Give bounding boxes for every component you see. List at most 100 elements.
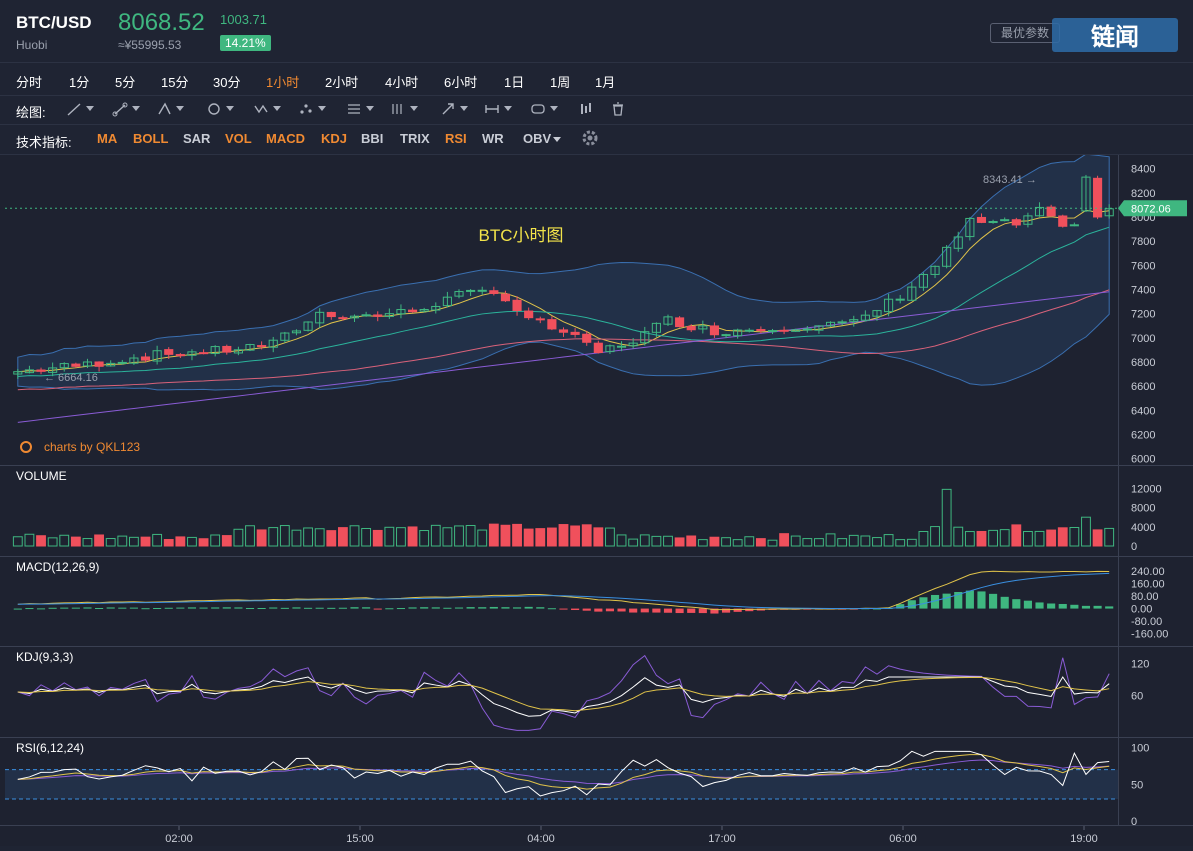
interval-tab[interactable]: 1小时: [266, 72, 299, 91]
interval-tab[interactable]: 15分: [161, 72, 188, 91]
macd-histogram-bar: [571, 608, 580, 611]
triangle-icon: [158, 102, 171, 115]
trendline-tool[interactable]: [66, 100, 94, 118]
arrow-icon: [442, 103, 454, 115]
price-axis-tick: 8200: [1131, 188, 1155, 200]
macd-histogram-bar: [1047, 603, 1056, 609]
volume-bar: [1011, 524, 1022, 547]
macd-histogram-bar: [350, 607, 359, 609]
macd-histogram-bar: [315, 607, 324, 609]
measure-icon: [485, 105, 499, 113]
macd-axis-tick: -160.00: [1131, 629, 1168, 641]
candle-body: [466, 289, 476, 292]
indicator-macd[interactable]: MACD: [266, 131, 305, 146]
candle-body: [117, 361, 127, 364]
indicator-boll[interactable]: BOLL: [133, 131, 168, 146]
macd-histogram-bar: [153, 608, 162, 610]
indicator-rsi[interactable]: RSI: [445, 131, 467, 146]
candle-body: [199, 352, 209, 355]
indicator-trix[interactable]: TRIX: [400, 131, 430, 146]
volume-axis-tick: 0: [1131, 541, 1137, 553]
volume-axis-tick: 8000: [1131, 503, 1155, 515]
price-axis-tick: 6400: [1131, 405, 1155, 417]
indicator-bbi[interactable]: BBI: [361, 131, 383, 146]
volume-bar: [1057, 527, 1068, 547]
chevron-down-icon: [504, 106, 512, 111]
indicator-sar[interactable]: SAR: [183, 131, 210, 146]
macd-histogram-bar: [234, 607, 243, 609]
candle-body: [500, 293, 511, 302]
candle-body: [802, 328, 812, 331]
candle-body: [512, 299, 522, 311]
indicator-wr[interactable]: WR: [482, 131, 504, 146]
candle-body: [779, 329, 789, 332]
volume-bar: [198, 538, 209, 547]
interval-tab[interactable]: 1月: [595, 72, 615, 91]
drawing-label: 绘图:: [16, 105, 46, 120]
best-params-button[interactable]: 最优参数: [990, 23, 1061, 43]
trash-tool[interactable]: [610, 100, 626, 118]
triangle-tool[interactable]: [156, 100, 184, 118]
volume-bar: [500, 524, 511, 547]
time-axis-tick: 02:00: [165, 833, 193, 845]
chevron-down-icon[interactable]: [553, 131, 561, 146]
macd-axis-tick: 240.00: [1131, 566, 1165, 578]
volume-bar: [686, 535, 697, 547]
indicator-kdj[interactable]: KDJ: [321, 131, 347, 146]
volume-bar: [1046, 529, 1057, 547]
candle-body: [338, 317, 348, 320]
indicator-ma[interactable]: MA: [97, 131, 117, 146]
interval-tab[interactable]: 分时: [16, 72, 42, 91]
fibonacci-tool[interactable]: [346, 100, 374, 118]
change-pct-badge: 14.21%: [220, 35, 271, 51]
macd-histogram-bar: [547, 608, 556, 610]
volume-bar: [256, 529, 267, 547]
rsi-band: [5, 769, 1118, 799]
gann-tool[interactable]: [390, 100, 418, 118]
pattern-tool[interactable]: [298, 100, 326, 118]
macd-histogram-bar: [25, 608, 34, 610]
interval-tab[interactable]: 6小时: [444, 72, 477, 91]
macd-histogram-bar: [245, 608, 255, 610]
last-price: 8068.52: [118, 9, 205, 36]
gear-icon[interactable]: [581, 129, 599, 150]
interval-tab[interactable]: 1分: [69, 72, 89, 91]
ray-tool[interactable]: [112, 100, 140, 118]
candle-body: [361, 314, 371, 317]
circle-tool[interactable]: [206, 100, 234, 118]
macd-histogram-bar: [675, 608, 684, 614]
macd-histogram-bar: [942, 593, 951, 609]
measure-tool[interactable]: [484, 100, 512, 118]
price-change: 1003.71: [220, 12, 267, 27]
candle-body: [976, 216, 987, 223]
candle-style-tool[interactable]: [578, 100, 594, 118]
macd-histogram-bar: [304, 607, 313, 609]
candle-body: [373, 314, 383, 317]
interval-tab[interactable]: 30分: [213, 72, 240, 91]
macd-histogram-bar: [663, 608, 673, 613]
candle-body: [686, 326, 696, 331]
indicator-obv[interactable]: OBV: [523, 131, 551, 146]
watermark-text: 链闻: [1091, 23, 1139, 51]
candle-body: [164, 349, 174, 355]
wave-tool[interactable]: [253, 100, 281, 118]
macd-histogram-bar: [1093, 605, 1102, 609]
interval-tab[interactable]: 4小时: [385, 72, 418, 91]
kdj-label: KDJ(9,3,3): [16, 650, 73, 664]
indicator-vol[interactable]: VOL: [225, 131, 252, 146]
chevron-down-icon: [460, 106, 468, 111]
kdj-axis-tick: 120: [1131, 659, 1149, 671]
price-chart[interactable]: 8400 8200 8000 7800 7600 7400 7200 7000 6800 6600…: [0, 153, 1193, 846]
price-axis-tick: 7600: [1131, 260, 1155, 272]
interval-tab[interactable]: 1日: [504, 72, 524, 91]
time-axis-tick: 15:00: [346, 833, 374, 845]
arrow-tool[interactable]: [440, 100, 468, 118]
macd-histogram-bar: [640, 608, 649, 613]
chart-area[interactable]: 8400 8200 8000 7800 7600 7400 7200 7000 6800 6600…: [0, 153, 1193, 846]
interval-tab[interactable]: 5分: [115, 72, 135, 91]
interval-tab[interactable]: 1周: [550, 72, 570, 91]
annotation-tool[interactable]: [530, 100, 558, 118]
pair-name[interactable]: BTC/USD: [16, 13, 92, 33]
interval-tab[interactable]: 2小时: [325, 72, 358, 91]
candle-body: [675, 317, 685, 328]
